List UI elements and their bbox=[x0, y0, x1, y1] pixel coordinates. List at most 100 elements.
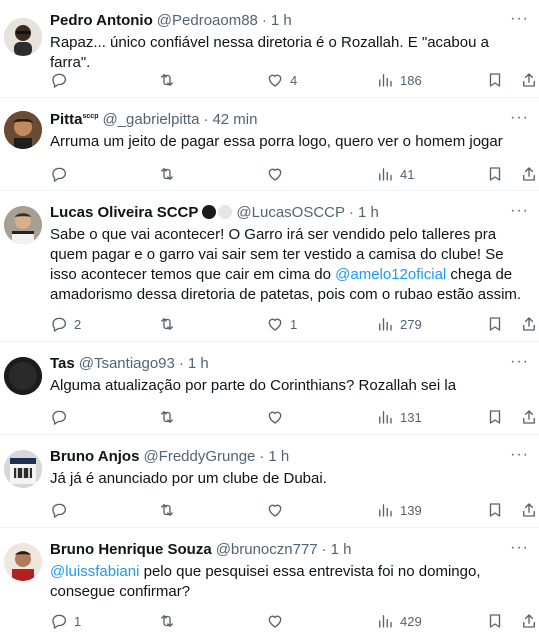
share-button[interactable] bbox=[520, 164, 538, 184]
retweet-button[interactable] bbox=[158, 314, 176, 334]
share-button[interactable] bbox=[520, 314, 538, 334]
bookmark-button[interactable] bbox=[486, 407, 504, 427]
display-name[interactable]: Bruno Henrique Souza bbox=[50, 541, 212, 558]
avatar[interactable] bbox=[4, 206, 42, 244]
reply-button[interactable] bbox=[50, 164, 74, 184]
share-button[interactable] bbox=[520, 70, 538, 90]
display-name[interactable]: Pedro Antonio bbox=[50, 12, 153, 29]
like-button[interactable] bbox=[266, 407, 290, 427]
more-icon[interactable]: ··· bbox=[510, 109, 529, 127]
bookmark-icon bbox=[489, 167, 501, 181]
retweet-button[interactable] bbox=[158, 611, 176, 631]
reply-tweet[interactable]: Tas @Tsantiago93 · 1 h ··· Alguma atuali… bbox=[0, 343, 539, 435]
more-icon[interactable]: ··· bbox=[510, 10, 529, 28]
bookmark-button[interactable] bbox=[486, 611, 504, 631]
avatar[interactable] bbox=[4, 111, 42, 149]
bookmark-button[interactable] bbox=[486, 314, 504, 334]
avatar[interactable] bbox=[4, 543, 42, 581]
views-icon bbox=[379, 318, 392, 331]
display-name[interactable]: Lucas Oliveira SCCP bbox=[50, 204, 198, 221]
retweet-icon bbox=[161, 74, 173, 86]
views-button[interactable]: 279 bbox=[376, 314, 422, 334]
reply-icon bbox=[52, 410, 67, 425]
retweet-button[interactable] bbox=[158, 70, 176, 90]
view-count: 186 bbox=[400, 72, 422, 88]
avatar[interactable] bbox=[4, 18, 42, 56]
separator: · bbox=[321, 540, 327, 558]
retweet-icon bbox=[161, 504, 173, 516]
views-icon bbox=[379, 504, 392, 517]
like-button[interactable] bbox=[266, 500, 290, 520]
display-name[interactable]: Pittasccp bbox=[50, 111, 98, 128]
retweet-button[interactable] bbox=[158, 407, 176, 427]
retweet-button[interactable] bbox=[158, 164, 176, 184]
views-button[interactable]: 429 bbox=[376, 611, 422, 631]
retweet-button[interactable] bbox=[158, 500, 176, 520]
more-icon[interactable]: ··· bbox=[510, 539, 529, 557]
like-button[interactable]: 4 bbox=[266, 70, 297, 90]
timestamp[interactable]: 1 h bbox=[268, 448, 289, 465]
timestamp[interactable]: 1 h bbox=[331, 541, 352, 558]
display-name-text: Pitta bbox=[50, 110, 83, 128]
reply-button[interactable]: 2 bbox=[50, 314, 81, 334]
views-button[interactable]: 131 bbox=[376, 407, 422, 427]
reply-count: 1 bbox=[74, 613, 82, 629]
share-button[interactable] bbox=[520, 611, 538, 631]
bookmark-button[interactable] bbox=[486, 164, 504, 184]
share-icon bbox=[523, 410, 535, 424]
share-icon bbox=[523, 167, 535, 181]
like-icon bbox=[268, 168, 282, 181]
more-icon[interactable]: ··· bbox=[510, 353, 529, 371]
like-button[interactable]: 1 bbox=[266, 314, 297, 334]
views-icon bbox=[379, 168, 392, 181]
display-name[interactable]: Bruno Anjos bbox=[50, 448, 139, 465]
handle[interactable]: @LucasOSCCP bbox=[236, 204, 345, 221]
reply-button[interactable] bbox=[50, 70, 74, 90]
retweet-icon bbox=[161, 168, 173, 180]
views-button[interactable]: 186 bbox=[376, 70, 422, 90]
white-circle-badge-icon bbox=[218, 205, 233, 219]
reply-tweet[interactable]: Bruno Anjos @FreddyGrunge · 1 h ··· Já j… bbox=[0, 436, 539, 528]
reply-tweet[interactable]: Pittasccp @_gabrielpitta · 42 min ··· Ar… bbox=[0, 99, 539, 191]
avatar[interactable] bbox=[4, 450, 42, 488]
like-button[interactable] bbox=[266, 164, 290, 184]
reply-tweet[interactable]: Lucas Oliveira SCCP @LucasOSCCP · 1 h ··… bbox=[0, 192, 539, 342]
mention-link[interactable]: @amelo12oficial bbox=[335, 266, 446, 283]
reply-button[interactable] bbox=[50, 500, 74, 520]
like-button[interactable] bbox=[266, 611, 290, 631]
like-icon bbox=[268, 411, 282, 424]
more-icon[interactable]: ··· bbox=[510, 446, 529, 464]
avatar[interactable] bbox=[4, 357, 42, 395]
reply-button[interactable] bbox=[50, 407, 74, 427]
handle[interactable]: @Tsantiago93 bbox=[79, 355, 175, 372]
action-bar: 41 bbox=[50, 164, 535, 184]
like-count: 1 bbox=[290, 316, 298, 332]
mention-link[interactable]: @luissfabiani bbox=[50, 563, 139, 580]
timestamp[interactable]: 1 h bbox=[188, 355, 209, 372]
bookmark-icon bbox=[489, 317, 501, 331]
reply-button[interactable]: 1 bbox=[50, 611, 81, 631]
more-icon[interactable]: ··· bbox=[510, 202, 529, 220]
views-button[interactable]: 139 bbox=[376, 500, 422, 520]
share-button[interactable] bbox=[520, 500, 538, 520]
display-name[interactable]: Tas bbox=[50, 355, 75, 372]
handle[interactable]: @_gabrielpitta bbox=[102, 111, 199, 128]
bookmark-icon bbox=[489, 614, 501, 628]
views-icon bbox=[379, 615, 392, 628]
views-icon bbox=[379, 411, 392, 424]
reply-tweet[interactable]: Bruno Henrique Souza @brunoczn777 · 1 h … bbox=[0, 529, 539, 636]
bookmark-button[interactable] bbox=[486, 70, 504, 90]
timestamp[interactable]: 1 h bbox=[271, 12, 292, 29]
reply-tweet[interactable]: Pedro Antonio @Pedroaom88 · 1 h ··· Rapa… bbox=[0, 0, 539, 98]
handle[interactable]: @brunoczn777 bbox=[216, 541, 318, 558]
views-button[interactable]: 41 bbox=[376, 164, 414, 184]
handle[interactable]: @FreddyGrunge bbox=[143, 448, 255, 465]
timestamp[interactable]: 42 min bbox=[212, 111, 257, 128]
separator: · bbox=[259, 447, 265, 465]
action-bar: 131 bbox=[50, 407, 535, 427]
reply-icon bbox=[52, 73, 67, 88]
share-button[interactable] bbox=[520, 407, 538, 427]
bookmark-button[interactable] bbox=[486, 500, 504, 520]
timestamp[interactable]: 1 h bbox=[358, 204, 379, 221]
handle[interactable]: @Pedroaom88 bbox=[157, 12, 258, 29]
